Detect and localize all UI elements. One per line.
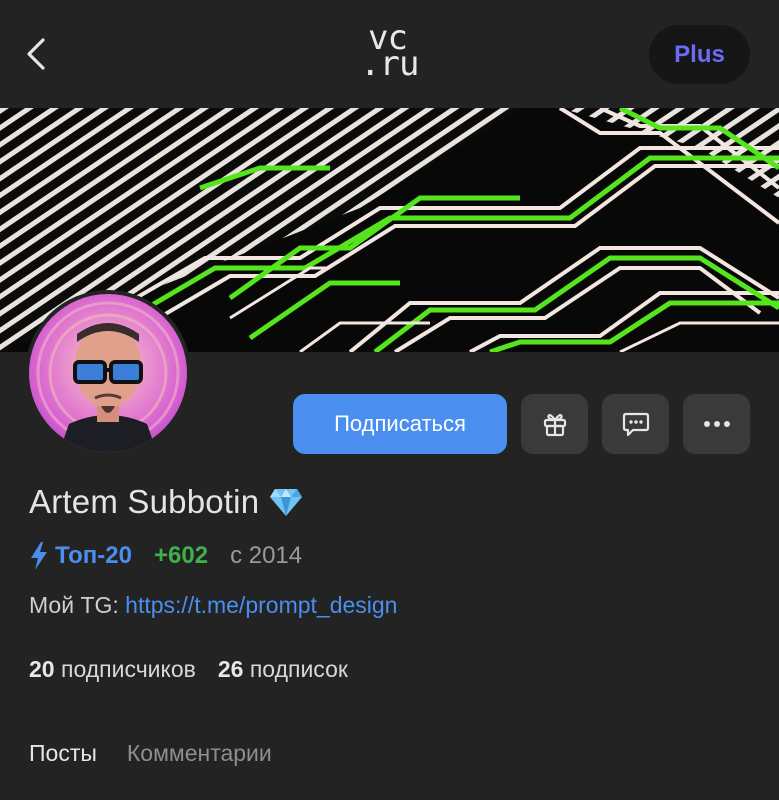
message-button[interactable]	[602, 394, 669, 454]
more-button[interactable]	[683, 394, 750, 454]
following-count: 26	[217, 656, 244, 682]
profile-tabs: Посты Комментарии	[29, 740, 272, 767]
top-bar: vc .ru Plus	[0, 0, 779, 108]
back-button[interactable]	[18, 34, 54, 74]
chevron-left-icon	[27, 38, 45, 70]
telegram-link[interactable]: https://t.me/prompt_design	[125, 592, 397, 618]
profile-stats: Топ-20 +602 с 2014	[29, 538, 302, 574]
subscribe-button[interactable]: Подписаться	[293, 394, 507, 454]
following-label: подписок	[243, 656, 348, 682]
rating-value: +602	[154, 542, 209, 569]
tab-posts[interactable]: Посты	[29, 740, 97, 767]
profile-bio: Мой TG: https://t.me/prompt_design	[29, 592, 397, 619]
follow-stats: 20 подписчиков 26 подписок	[29, 656, 348, 683]
member-since: с 2014	[230, 542, 303, 569]
tab-comments[interactable]: Комментарии	[127, 740, 272, 767]
top-badge[interactable]: Топ-20	[29, 541, 132, 571]
vc-ru-logo[interactable]: vc .ru	[358, 21, 422, 86]
profile-name-row: Artem Subbotin	[29, 478, 303, 526]
followers-label: подписчиков	[54, 656, 196, 682]
top-label: Топ-20	[55, 542, 132, 569]
following-link[interactable]: 26 подписок	[218, 656, 348, 683]
followers-count: 20	[29, 656, 55, 682]
gift-button[interactable]	[521, 394, 588, 454]
diamond-icon	[269, 487, 303, 517]
plus-button[interactable]: Plus	[649, 25, 750, 84]
lightning-icon	[31, 542, 47, 570]
bio-prefix: Мой TG:	[29, 592, 126, 618]
more-icon	[703, 421, 730, 427]
avatar[interactable]	[25, 290, 191, 456]
profile-name: Artem Subbotin	[29, 483, 260, 520]
message-icon	[622, 412, 649, 437]
avatar-image	[29, 294, 187, 452]
followers-link[interactable]: 20 подписчиков	[29, 656, 196, 683]
gift-icon	[543, 414, 566, 437]
logo-line-2: .ru	[360, 44, 419, 84]
